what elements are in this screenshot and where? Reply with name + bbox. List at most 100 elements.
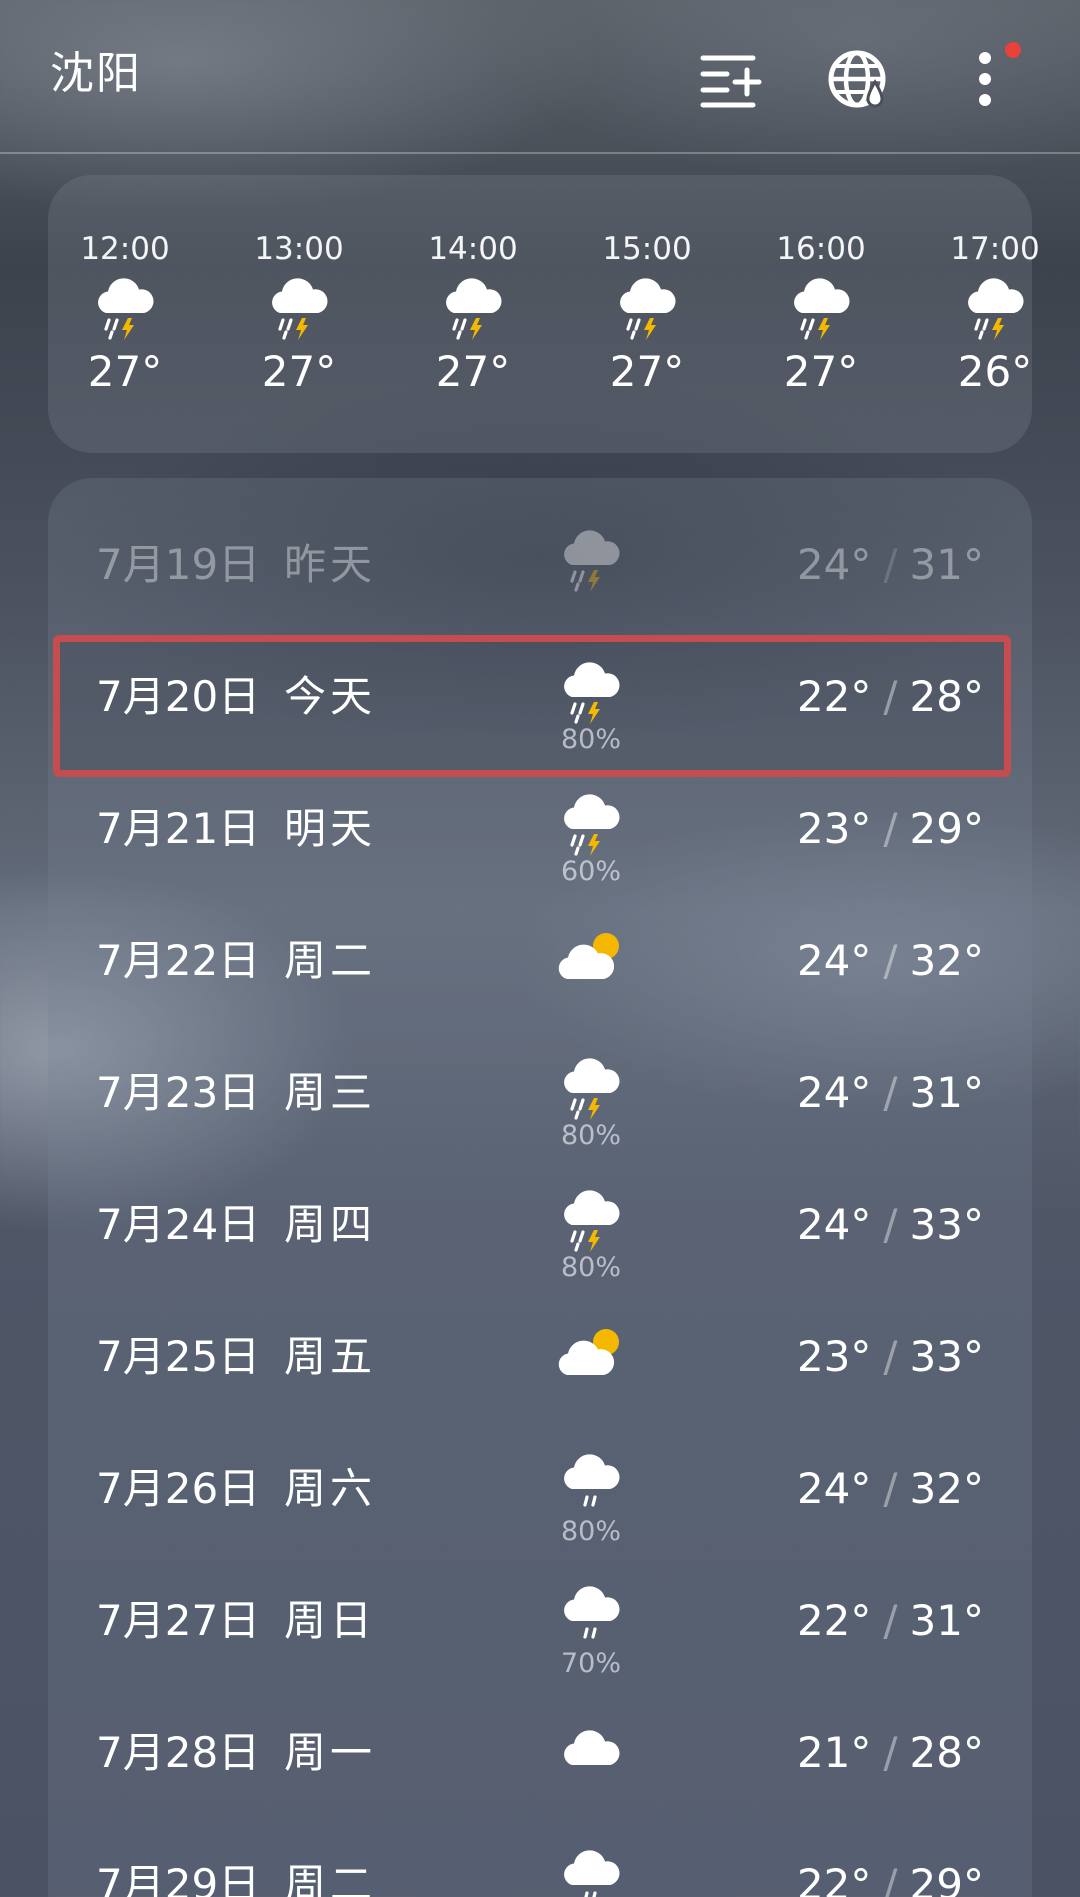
day-row[interactable]: 7月22日 周二 24°/32° (48, 897, 1032, 1029)
day-row[interactable]: 7月25日 周五 23°/33° (48, 1293, 1032, 1425)
temp-separator: / (883, 804, 898, 853)
temp-separator: / (883, 540, 898, 589)
day-label: 周三 (284, 1068, 377, 1117)
low-temp: 24° (796, 1200, 872, 1249)
day-date: 7月24日 (96, 1200, 261, 1249)
day-temp-range: 22°/31° (797, 1593, 984, 1649)
low-temp: 22° (796, 672, 872, 721)
day-label: 周四 (284, 1200, 377, 1249)
hourly-time: 14:00 (428, 231, 518, 267)
temp-separator: / (883, 1728, 898, 1777)
partly-cloudy-icon (555, 1323, 627, 1381)
hourly-time: 13:00 (254, 231, 344, 267)
precipitation-probability: 80% (560, 1516, 621, 1547)
rain-icon (558, 1449, 624, 1519)
precipitation-probability: 70% (560, 1648, 621, 1679)
thunderstorm-icon (558, 789, 624, 859)
high-temp: 33° (909, 1200, 984, 1249)
day-temp-range: 21°/28° (797, 1725, 984, 1781)
high-temp: 31° (909, 540, 984, 589)
day-temp-range: 22°/28° (797, 669, 984, 725)
hourly-item: 14:00 27° (403, 229, 543, 429)
low-temp: 24° (796, 936, 872, 985)
day-temp-range: 24°/32° (797, 1461, 984, 1517)
low-temp: 21° (796, 1728, 872, 1777)
hourly-temp: 27° (261, 347, 337, 396)
day-row-today[interactable]: 7月20日 今天 80% 22°/28° (48, 633, 1032, 765)
day-row[interactable]: 7月27日 周日 70% 22°/31° (48, 1557, 1032, 1689)
temp-separator: / (883, 1332, 898, 1381)
day-row[interactable]: 7月23日 周三 80% 24°/31° (48, 1029, 1032, 1161)
globe-icon[interactable] (824, 44, 894, 114)
day-row[interactable]: 7月26日 周六 80% 24°/32° (48, 1425, 1032, 1557)
day-date: 7月22日 (96, 936, 261, 985)
cloudy-icon (558, 1713, 624, 1783)
rain-icon (558, 1845, 624, 1897)
low-temp: 24° (796, 540, 872, 589)
day-temp-range: 24°/31° (797, 537, 984, 593)
day-row[interactable]: 7月29日 周二 22° / 29° (48, 1821, 1032, 1897)
day-label: 周五 (284, 1332, 377, 1381)
notification-dot (1005, 42, 1021, 58)
hourly-time: 16:00 (776, 231, 866, 267)
day-label: 今天 (284, 672, 377, 721)
day-date: 7月20日 (96, 672, 261, 721)
thunderstorm-icon (962, 273, 1028, 343)
temp-separator: / (883, 1200, 898, 1249)
low-temp: 22° (796, 1860, 872, 1897)
high-temp: 32° (909, 936, 984, 985)
thunderstorm-icon (614, 273, 680, 343)
day-date: 7月23日 (96, 1068, 261, 1117)
thunderstorm-icon (440, 273, 506, 343)
day-date: 7月21日 (96, 804, 261, 853)
hourly-temp: 27° (609, 347, 685, 396)
hourly-temp: 27° (87, 347, 163, 396)
thunderstorm-icon (558, 657, 624, 727)
high-temp: 29° (909, 804, 984, 853)
hourly-forecast-card[interactable]: 12:00 27° 13:00 27° 14:00 27° 15:00 27° … (48, 175, 1040, 453)
hourly-item: 16:00 27° (751, 229, 891, 429)
day-label: 周一 (284, 1728, 377, 1777)
top-bar: 沈阳 (0, 0, 1080, 154)
precipitation-probability: 80% (560, 1252, 621, 1283)
temp-separator: / (883, 936, 898, 985)
precipitation-probability: 80% (560, 1120, 621, 1151)
day-temp-range: 24°/32° (797, 933, 984, 989)
temp-separator: / (883, 1068, 898, 1117)
partly-cloudy-icon (555, 927, 627, 985)
thunderstorm-icon (266, 273, 332, 343)
hourly-time: 15:00 (602, 231, 692, 267)
day-temp-range: 24°/31° (797, 1065, 984, 1121)
day-date: 7月29日 (96, 1860, 261, 1897)
day-row[interactable]: 7月28日 周一 21°/28° (48, 1689, 1032, 1821)
hourly-time: 17:00 (950, 231, 1040, 267)
day-label: 周二 (284, 1860, 377, 1897)
day-label: 昨天 (284, 540, 377, 589)
city-name[interactable]: 沈阳 (50, 46, 142, 102)
hourly-temp: 26° (957, 347, 1033, 396)
hourly-time: 12:00 (80, 231, 170, 267)
day-date: 7月19日 (96, 540, 261, 589)
high-temp: 31° (909, 1596, 984, 1645)
day-row-yesterday[interactable]: 7月19日 昨天 24°/31° (48, 501, 1032, 633)
day-temp-range: 23°/33° (797, 1329, 984, 1385)
thunderstorm-icon (558, 1185, 624, 1255)
low-temp: 24° (796, 1068, 872, 1117)
high-temp: 29° (909, 1860, 984, 1897)
low-temp: 23° (796, 804, 872, 853)
hourly-temp: 27° (783, 347, 859, 396)
low-temp: 22° (796, 1596, 872, 1645)
day-temp-range: 23°/29° (797, 801, 984, 857)
day-date: 7月26日 (96, 1464, 261, 1513)
day-label: 明天 (284, 804, 377, 853)
add-city-list-icon[interactable] (697, 44, 767, 114)
day-row[interactable]: 7月24日 周四 80% 24°/33° (48, 1161, 1032, 1293)
precipitation-probability: 80% (560, 724, 621, 755)
high-temp: 28° (909, 672, 984, 721)
day-row[interactable]: 7月21日 明天 60% 23°/29° (48, 765, 1032, 897)
hourly-item: 13:00 27° (229, 229, 369, 429)
low-temp: 23° (796, 1332, 872, 1381)
day-temp-range: 22° / 29° (797, 1857, 984, 1897)
high-temp: 33° (909, 1332, 984, 1381)
high-temp: 31° (909, 1068, 984, 1117)
